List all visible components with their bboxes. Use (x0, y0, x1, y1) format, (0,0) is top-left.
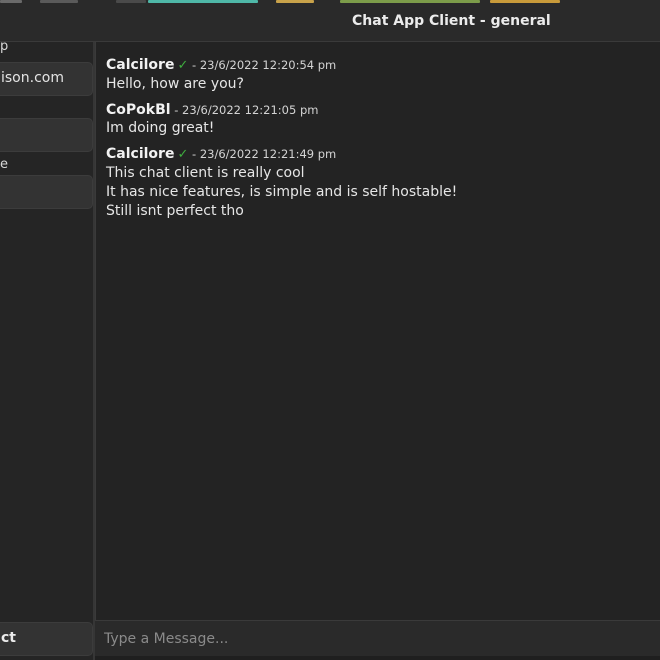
message-timestamp: 23/6/2022 12:21:05 pm (182, 103, 319, 117)
sidebar-label-1: p (0, 39, 9, 54)
message-text: It has nice features, is simple and is s… (106, 184, 458, 200)
message-author: CoPokBl (106, 102, 171, 118)
message-header: Calcilore ✓ - 23/6/2022 12:20:54 pm (106, 56, 654, 75)
message-text: Hello, how are you? (106, 76, 244, 92)
message-item: Calcilore ✓ - 23/6/2022 12:21:49 pm This … (106, 145, 654, 221)
message-text: Im doing great! (106, 120, 215, 136)
connect-button-label: ct (1, 630, 16, 646)
server-address-field[interactable]: ison.com (0, 62, 93, 96)
message-list: Calcilore ✓ - 23/6/2022 12:20:54 pm Hello… (106, 56, 654, 228)
check-icon: ✓ (177, 147, 189, 162)
message-author: Calcilore (106, 146, 175, 162)
message-separator: - (188, 58, 200, 72)
window-title: Chat App Client - general (352, 13, 551, 29)
message-composer (95, 620, 660, 656)
message-separator: - (188, 147, 200, 161)
message-header: CoPokBl - 23/6/2022 12:21:05 pm (106, 101, 654, 119)
message-text: This chat client is really cool (106, 165, 305, 181)
connect-button[interactable]: ct (0, 622, 93, 656)
message-text: Still isnt perfect tho (106, 203, 244, 219)
message-timestamp: 23/6/2022 12:21:49 pm (199, 147, 337, 161)
background-code-strip (0, 0, 660, 4)
title-bar: Chat App Client - general (0, 0, 660, 42)
message-header: Calcilore ✓ - 23/6/2022 12:21:49 pm (106, 145, 654, 164)
sidebar-label-2: e (0, 157, 8, 172)
message-item: CoPokBl - 23/6/2022 12:21:05 pm Im doing… (106, 101, 654, 138)
sidebar: p ison.com e ct (0, 39, 95, 660)
message-separator: - (170, 103, 183, 117)
sidebar-field-2[interactable] (0, 118, 93, 152)
sidebar-field-3[interactable] (0, 175, 93, 209)
message-author: Calcilore (106, 57, 175, 73)
check-icon: ✓ (177, 58, 189, 73)
message-item: Calcilore ✓ - 23/6/2022 12:20:54 pm Hello… (106, 56, 654, 94)
message-input[interactable] (95, 621, 660, 656)
server-address-value: ison.com (1, 70, 64, 86)
message-timestamp: 23/6/2022 12:20:54 pm (199, 58, 337, 72)
message-area: Calcilore ✓ - 23/6/2022 12:20:54 pm Hello… (95, 42, 660, 620)
